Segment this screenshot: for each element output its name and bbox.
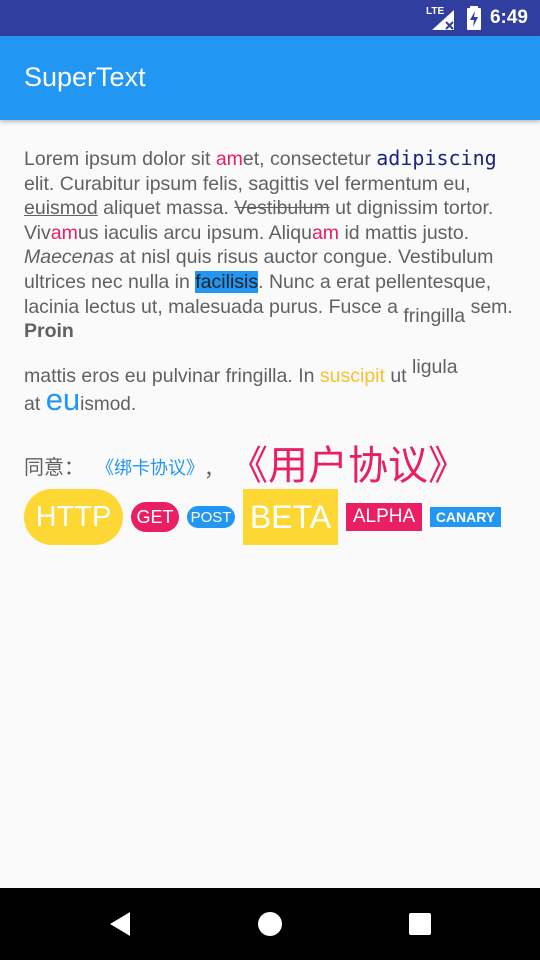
- status-icons: LTE 6:49: [426, 0, 528, 36]
- text-segment: at: [24, 393, 46, 416]
- tag-http: HTTP: [24, 489, 123, 545]
- text-segment: sem.: [465, 295, 513, 318]
- colored-word: suscipit: [319, 364, 385, 387]
- text-segment: us iaculis arcu ipsum. Aliqu: [77, 221, 312, 244]
- status-bar: LTE 6:49: [0, 0, 540, 36]
- battery-charging-icon: [466, 6, 481, 30]
- highlight-am: am: [311, 221, 340, 244]
- tag-canary: CANARY: [430, 507, 501, 527]
- tag-alpha: ALPHA: [346, 503, 422, 531]
- text-segment: Lorem ipsum dolor sit: [24, 148, 216, 170]
- recents-button[interactable]: [404, 908, 436, 940]
- separator: ，: [204, 459, 224, 481]
- text-segment: ismod.: [80, 394, 137, 416]
- home-icon: [258, 912, 282, 936]
- super-text-paragraph: Lorem ipsum dolor sit amet, consectetur …: [24, 146, 516, 418]
- large-word: eu: [45, 382, 81, 418]
- tag-row: HTTP GET POST BETA ALPHA CANARY: [24, 488, 501, 546]
- selected-word[interactable]: facilisis: [195, 270, 259, 293]
- text-segment: ut: [384, 364, 413, 387]
- text-segment: id mattis justo.: [339, 221, 470, 244]
- lte-signal-icon: LTE: [426, 4, 458, 32]
- text-segment: et, consectetur: [242, 148, 377, 170]
- italic-word: Maecenas: [24, 246, 114, 269]
- underlined-word: euismod: [24, 197, 98, 220]
- tag-get: GET: [131, 502, 179, 532]
- navigation-bar: [0, 888, 540, 960]
- tag-post: POST: [187, 506, 235, 528]
- paragraph-line: mattis eros eu pulvinar fringilla. In su…: [24, 356, 516, 418]
- text-segment: aliquet massa.: [97, 197, 235, 220]
- highlight-am: am: [50, 221, 78, 244]
- card-binding-agreement-link[interactable]: 《绑卡协议》: [96, 454, 204, 480]
- back-icon: [110, 912, 130, 936]
- text-segment: elit. Curabitur ipsum felis, sagittis ve…: [24, 172, 471, 195]
- tag-beta: BETA: [243, 489, 338, 545]
- user-agreement-link[interactable]: 《用户协议》: [228, 444, 468, 488]
- app-bar: SuperText: [0, 36, 540, 120]
- agreement-line: 同意： 《绑卡协议》 ， 《用户协议》: [24, 438, 524, 488]
- subscript-word: fringilla: [403, 304, 466, 327]
- status-time: 6:49: [489, 7, 528, 28]
- superscript-word: ligula: [412, 355, 458, 378]
- monospace-word: adipiscing: [376, 146, 497, 170]
- highlight-am: am: [215, 148, 243, 170]
- strikethrough-word: Vestibulum: [234, 197, 330, 220]
- back-button[interactable]: [104, 908, 136, 940]
- app-title: SuperText: [24, 62, 146, 92]
- bold-word: Proin: [24, 320, 74, 343]
- recents-icon: [409, 913, 431, 935]
- home-button[interactable]: [254, 908, 286, 940]
- agree-label: 同意：: [24, 457, 84, 479]
